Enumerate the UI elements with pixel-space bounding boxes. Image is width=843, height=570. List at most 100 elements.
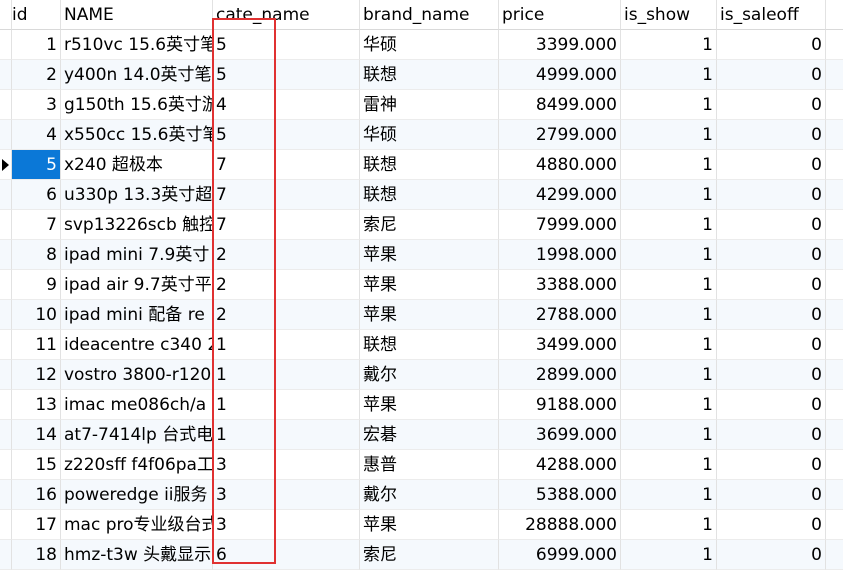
cell-is-saleoff[interactable]: 0 xyxy=(717,480,826,510)
table-row[interactable]: 2 y400n 14.0英寸笔 5 联想 4999.000 1 0 xyxy=(0,60,843,90)
table-row[interactable]: 8 ipad mini 7.9英寸 2 苹果 1998.000 1 0 xyxy=(0,240,843,270)
cell-name[interactable]: poweredge ii服务 xyxy=(61,480,213,510)
cell-is-show[interactable]: 1 xyxy=(621,150,717,180)
cell-cate-name[interactable]: 7 xyxy=(213,210,360,240)
cell-is-saleoff[interactable]: 0 xyxy=(717,240,826,270)
cell-name[interactable]: x550cc 15.6英寸笔 xyxy=(61,120,213,150)
cell-id[interactable]: 5 xyxy=(12,150,61,180)
cell-price[interactable]: 1998.000 xyxy=(499,240,621,270)
cell-name[interactable]: vostro 3800-r120 xyxy=(61,360,213,390)
cell-price[interactable]: 5388.000 xyxy=(499,480,621,510)
table-row[interactable]: 17 mac pro专业级台式 3 苹果 28888.000 1 0 xyxy=(0,510,843,540)
table-row[interactable]: 10 ipad mini 配备 re 2 苹果 2788.000 1 0 xyxy=(0,300,843,330)
cell-brand-name[interactable]: 联想 xyxy=(360,150,499,180)
table-row[interactable]: 1 r510vc 15.6英寸笔 5 华硕 3399.000 1 0 xyxy=(0,30,843,60)
cell-is-saleoff[interactable]: 0 xyxy=(717,510,826,540)
cell-brand-name[interactable]: 苹果 xyxy=(360,390,499,420)
cell-price[interactable]: 28888.000 xyxy=(499,510,621,540)
cell-id[interactable]: 9 xyxy=(12,270,61,300)
table-row[interactable]: 6 u330p 13.3英寸超 7 联想 4299.000 1 0 xyxy=(0,180,843,210)
cell-name[interactable]: hmz-t3w 头戴显示 xyxy=(61,540,213,570)
row-gutter[interactable] xyxy=(0,510,12,540)
cell-id[interactable]: 11 xyxy=(12,330,61,360)
column-header-brand-name[interactable]: brand_name xyxy=(360,0,499,30)
cell-price[interactable]: 4880.000 xyxy=(499,150,621,180)
cell-brand-name[interactable]: 联想 xyxy=(360,60,499,90)
row-gutter[interactable] xyxy=(0,60,12,90)
cell-is-show[interactable]: 1 xyxy=(621,330,717,360)
cell-is-saleoff[interactable]: 0 xyxy=(717,150,826,180)
cell-is-show[interactable]: 1 xyxy=(621,360,717,390)
cell-price[interactable]: 7999.000 xyxy=(499,210,621,240)
column-header-price[interactable]: price xyxy=(499,0,621,30)
row-gutter[interactable] xyxy=(0,30,12,60)
cell-is-show[interactable]: 1 xyxy=(621,240,717,270)
row-gutter[interactable] xyxy=(0,390,12,420)
cell-brand-name[interactable]: 宏碁 xyxy=(360,420,499,450)
cell-is-saleoff[interactable]: 0 xyxy=(717,540,826,570)
cell-brand-name[interactable]: 索尼 xyxy=(360,210,499,240)
cell-is-show[interactable]: 1 xyxy=(621,120,717,150)
cell-name[interactable]: ipad mini 7.9英寸 xyxy=(61,240,213,270)
cell-cate-name[interactable]: 3 xyxy=(213,510,360,540)
cell-id[interactable]: 12 xyxy=(12,360,61,390)
cell-brand-name[interactable]: 雷神 xyxy=(360,90,499,120)
cell-is-show[interactable]: 1 xyxy=(621,90,717,120)
cell-price[interactable]: 3388.000 xyxy=(499,270,621,300)
cell-cate-name[interactable]: 1 xyxy=(213,390,360,420)
cell-id[interactable]: 8 xyxy=(12,240,61,270)
cell-price[interactable]: 8499.000 xyxy=(499,90,621,120)
cell-is-saleoff[interactable]: 0 xyxy=(717,30,826,60)
cell-name[interactable]: r510vc 15.6英寸笔 xyxy=(61,30,213,60)
cell-is-show[interactable]: 1 xyxy=(621,30,717,60)
column-header-is-saleoff[interactable]: is_saleoff xyxy=(717,0,826,30)
cell-is-saleoff[interactable]: 0 xyxy=(717,180,826,210)
cell-cate-name[interactable]: 5 xyxy=(213,120,360,150)
cell-is-saleoff[interactable]: 0 xyxy=(717,390,826,420)
cell-brand-name[interactable]: 联想 xyxy=(360,180,499,210)
cell-cate-name[interactable]: 3 xyxy=(213,480,360,510)
cell-cate-name[interactable]: 1 xyxy=(213,420,360,450)
cell-is-show[interactable]: 1 xyxy=(621,480,717,510)
cell-name[interactable]: ipad air 9.7英寸平 xyxy=(61,270,213,300)
cell-cate-name[interactable]: 1 xyxy=(213,330,360,360)
cell-name[interactable]: x240 超极本 xyxy=(61,150,213,180)
row-gutter[interactable] xyxy=(0,210,12,240)
column-header-is-show[interactable]: is_show xyxy=(621,0,717,30)
cell-is-show[interactable]: 1 xyxy=(621,180,717,210)
cell-price[interactable]: 3499.000 xyxy=(499,330,621,360)
cell-id[interactable]: 4 xyxy=(12,120,61,150)
cell-id[interactable]: 16 xyxy=(12,480,61,510)
table-row[interactable]: 11 ideacentre c340 2 1 联想 3499.000 1 0 xyxy=(0,330,843,360)
table-row[interactable]: 13 imac me086ch/a 1 苹果 9188.000 1 0 xyxy=(0,390,843,420)
cell-price[interactable]: 3399.000 xyxy=(499,30,621,60)
cell-cate-name[interactable]: 2 xyxy=(213,300,360,330)
cell-id[interactable]: 18 xyxy=(12,540,61,570)
cell-brand-name[interactable]: 苹果 xyxy=(360,300,499,330)
cell-is-show[interactable]: 1 xyxy=(621,210,717,240)
row-gutter[interactable] xyxy=(0,90,12,120)
cell-brand-name[interactable]: 联想 xyxy=(360,330,499,360)
row-gutter[interactable] xyxy=(0,120,12,150)
column-header-name[interactable]: NAME xyxy=(61,0,213,30)
cell-price[interactable]: 6999.000 xyxy=(499,540,621,570)
table-row[interactable]: 12 vostro 3800-r120 1 戴尔 2899.000 1 0 xyxy=(0,360,843,390)
cell-is-saleoff[interactable]: 0 xyxy=(717,420,826,450)
table-row[interactable]: 3 g150th 15.6英寸游 4 雷神 8499.000 1 0 xyxy=(0,90,843,120)
cell-price[interactable]: 4288.000 xyxy=(499,450,621,480)
table-row[interactable]: 4 x550cc 15.6英寸笔 5 华硕 2799.000 1 0 xyxy=(0,120,843,150)
cell-brand-name[interactable]: 华硕 xyxy=(360,30,499,60)
column-header-id[interactable]: id xyxy=(12,0,61,30)
cell-is-saleoff[interactable]: 0 xyxy=(717,330,826,360)
cell-name[interactable]: mac pro专业级台式 xyxy=(61,510,213,540)
table-row[interactable]: 9 ipad air 9.7英寸平 2 苹果 3388.000 1 0 xyxy=(0,270,843,300)
cell-is-show[interactable]: 1 xyxy=(621,300,717,330)
cell-name[interactable]: u330p 13.3英寸超 xyxy=(61,180,213,210)
cell-brand-name[interactable]: 索尼 xyxy=(360,540,499,570)
cell-price[interactable]: 4299.000 xyxy=(499,180,621,210)
row-gutter[interactable] xyxy=(0,480,12,510)
cell-price[interactable]: 4999.000 xyxy=(499,60,621,90)
cell-brand-name[interactable]: 苹果 xyxy=(360,270,499,300)
cell-id[interactable]: 2 xyxy=(12,60,61,90)
table-row[interactable]: 15 z220sff f4f06pa工 3 惠普 4288.000 1 0 xyxy=(0,450,843,480)
